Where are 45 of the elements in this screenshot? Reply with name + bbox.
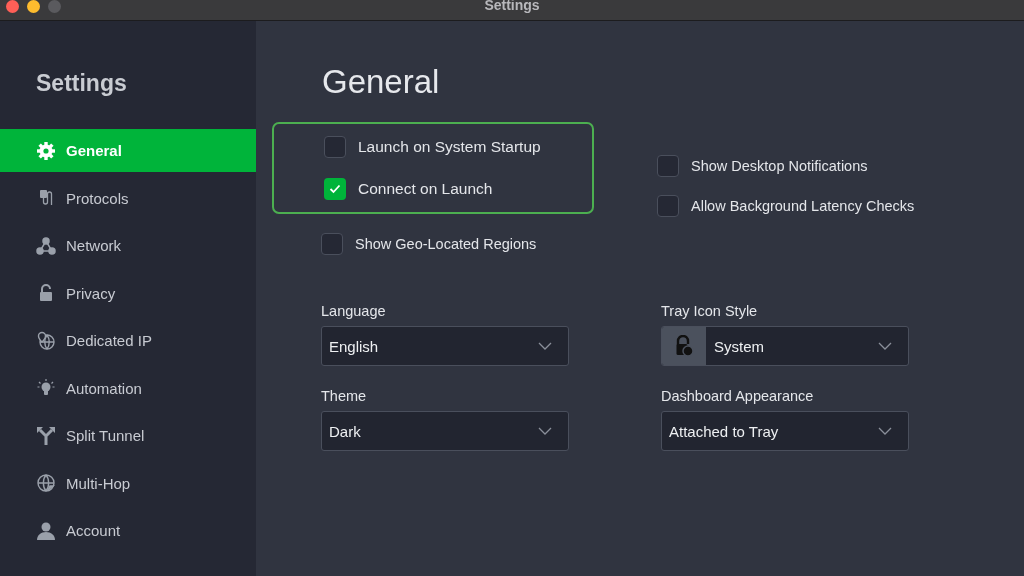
minimize-button[interactable]	[27, 0, 40, 13]
zoom-button[interactable]	[48, 0, 61, 13]
sidebar-item[interactable]: Protocols	[0, 176, 256, 220]
chevron-icon	[878, 342, 892, 350]
chevron-icon	[878, 427, 892, 435]
checkbox-option[interactable]: Launch on System Startup	[324, 136, 592, 158]
lock-icon	[674, 335, 694, 357]
field-label: Theme	[321, 388, 368, 404]
network-icon	[36, 235, 56, 256]
checkbox-option[interactable]: Connect on Launch	[324, 178, 592, 200]
checkmark-icon	[329, 184, 341, 194]
field-label: Language	[321, 303, 387, 319]
sidebar-item[interactable]: Account	[0, 509, 256, 552]
dropdown[interactable]: System	[661, 326, 909, 366]
checkbox-option[interactable]: Show Desktop Notifications	[657, 155, 915, 177]
sidebar-item[interactable]: Dedicated IP	[0, 319, 256, 362]
page-title: General	[322, 63, 441, 101]
split-arrow-icon	[36, 425, 56, 446]
dropdown[interactable]: Attached to Tray	[661, 411, 909, 451]
globe-pin-icon	[36, 330, 56, 351]
checkbox[interactable]	[324, 178, 346, 200]
chevron-icon	[538, 427, 552, 435]
field-label: Tray Icon Style	[661, 303, 759, 319]
window-title: Settings	[484, 0, 540, 14]
field-label: Dashboard Appearance	[661, 388, 815, 404]
sidebar-title: Settings	[36, 69, 127, 97]
dropdown[interactable]: English	[321, 326, 569, 366]
sidebar-item[interactable]: Network	[0, 224, 256, 267]
globe-icon	[36, 473, 56, 493]
close-button[interactable]	[6, 0, 19, 13]
checkbox[interactable]	[657, 195, 679, 217]
checkbox[interactable]	[657, 155, 679, 177]
chevron-icon	[538, 342, 552, 350]
person-icon	[36, 520, 56, 541]
checkbox-option[interactable]: Show Geo-Located Regions	[321, 233, 594, 255]
sidebar-item[interactable]: Multi-Hop	[0, 461, 256, 505]
checkbox[interactable]	[321, 233, 343, 255]
sidebar-item[interactable]: Automation	[0, 366, 256, 410]
gear-icon	[36, 140, 56, 161]
dropdown[interactable]: Dark	[321, 411, 569, 451]
sidebar-item[interactable]: Split Tunnel	[0, 414, 256, 457]
checkbox-option[interactable]: Allow Background Latency Checks	[657, 195, 915, 217]
checkbox[interactable]	[324, 136, 346, 158]
sidebar-item[interactable]: Privacy	[0, 271, 256, 315]
lightbulb-icon	[36, 378, 56, 398]
